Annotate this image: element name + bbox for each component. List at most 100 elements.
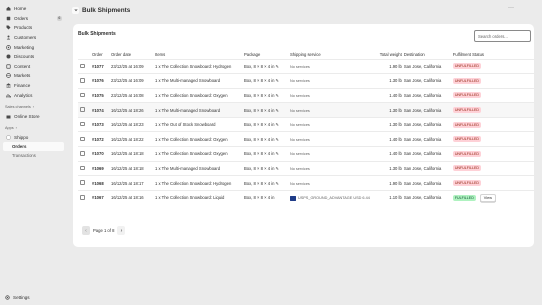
- sidebar-item-label: Content: [14, 63, 31, 69]
- order-date: 16/12/25 at 18:26: [111, 102, 155, 118]
- sidebar-item-shippo-orders[interactable]: Orders: [3, 142, 64, 152]
- row-checkbox[interactable]: [80, 92, 85, 98]
- sidebar-item-marketing[interactable]: Marketing: [0, 42, 67, 52]
- edit-pencil-icon[interactable]: ✎: [276, 137, 279, 142]
- shipping-service-text: No services: [290, 64, 310, 69]
- order-number[interactable]: #1068: [92, 175, 111, 191]
- header-order: Order: [92, 51, 103, 57]
- sidebar-item-analytics[interactable]: Analytics: [0, 90, 67, 100]
- status-cell: UNFULFILLED: [452, 131, 534, 147]
- more-actions-button[interactable]: ···: [508, 5, 514, 11]
- shipping-service-cell: No services: [290, 58, 370, 74]
- destination: San Jose, California: [403, 116, 453, 132]
- page-indicator: Page 1 of 8: [93, 228, 115, 233]
- order-items: 1 x The Collection Snowboard: Oxygen: [155, 87, 244, 103]
- order-items: 1 x The Multi-managed Snowboard: [155, 102, 244, 118]
- sidebar-item-label: Home: [14, 6, 27, 12]
- table-header-row: Order Order date Items Package Shipping …: [78, 50, 534, 59]
- row-checkbox[interactable]: [80, 107, 85, 112]
- sidebar: Home Orders 6 Products Customers Marketing Dis…: [0, 0, 67, 305]
- row-select-cell: [78, 160, 92, 176]
- order-number[interactable]: #1069: [92, 160, 111, 176]
- row-checkbox[interactable]: [80, 165, 85, 171]
- shipping-service-text: No services: [290, 123, 310, 128]
- status-badge: UNFULFILLED: [452, 63, 481, 70]
- sales-channels-label[interactable]: Sales channels ›: [0, 103, 67, 112]
- table-row[interactable]: #1074 16/12/25 at 18:26 1 x The Multi-mana…: [78, 102, 534, 118]
- sidebar-item-discounts[interactable]: Discounts: [0, 52, 67, 62]
- search-input[interactable]: [474, 30, 531, 42]
- sidebar-item-customers[interactable]: Customers: [0, 33, 67, 43]
- edit-pencil-icon[interactable]: ✎: [276, 181, 279, 186]
- sidebar-item-label: Analytics: [14, 92, 33, 98]
- sidebar-item-orders[interactable]: Orders 6: [0, 14, 67, 24]
- sidebar-item-shippo[interactable]: Shippo: [0, 133, 67, 143]
- status-badge: UNFULFILLED: [452, 165, 481, 172]
- total-weight: 1.40 lb: [369, 131, 404, 147]
- sidebar-item-home[interactable]: Home: [0, 4, 67, 14]
- previous-page-button[interactable]: ‹: [82, 226, 90, 235]
- shippo-app-icon: [5, 134, 11, 140]
- orders-count-badge: 6: [56, 15, 62, 21]
- order-date: 16/12/25 at 18:16: [111, 189, 155, 205]
- table-row[interactable]: #1077 23/12/25 at 16:09 1 x The Collection…: [78, 58, 534, 74]
- order-number[interactable]: #1075: [92, 87, 111, 103]
- order-number[interactable]: #1067: [92, 189, 111, 205]
- row-select-cell: [78, 87, 92, 103]
- table-row[interactable]: #1070 16/12/25 at 18:18 1 x The Collection…: [78, 146, 534, 162]
- chart-icon: [5, 92, 11, 98]
- table-row[interactable]: #1069 16/12/25 at 18:18 1 x The Multi-mana…: [78, 160, 534, 176]
- sidebar-item-transactions[interactable]: Transactions: [0, 151, 67, 159]
- row-checkbox[interactable]: [80, 180, 85, 185]
- edit-pencil-icon[interactable]: ✎: [276, 93, 279, 98]
- status-badge: FULFILLED: [452, 194, 476, 201]
- order-number[interactable]: #1073: [92, 116, 111, 132]
- row-checkbox[interactable]: [80, 121, 85, 127]
- edit-pencil-icon[interactable]: ✎: [276, 166, 279, 171]
- sidebar-item-markets[interactable]: Markets: [0, 71, 67, 81]
- destination: San Jose, California: [403, 58, 453, 74]
- order-date: 16/12/25 at 18:18: [111, 146, 155, 162]
- table-row[interactable]: #1072 16/12/25 at 18:22 1 x The Collection…: [78, 131, 534, 147]
- chevron-right-icon: ›: [15, 126, 17, 131]
- order-number[interactable]: #1077: [92, 58, 111, 74]
- package-text: Box, 8 × 8 × 4 in: [244, 122, 275, 128]
- row-checkbox[interactable]: [80, 195, 85, 200]
- apps-label[interactable]: Apps ›: [0, 124, 67, 133]
- chevron-right-icon: ›: [32, 105, 35, 110]
- edit-pencil-icon[interactable]: ✎: [276, 108, 279, 113]
- order-number[interactable]: #1076: [92, 73, 111, 89]
- sidebar-item-online-store[interactable]: Online Store: [0, 112, 67, 122]
- table-row[interactable]: #1067 16/12/25 at 18:16 1 x The Collection…: [78, 189, 534, 205]
- order-items: 1 x The Multi-managed Snowboard: [155, 73, 244, 89]
- table-row[interactable]: #1076 23/12/25 at 16:09 1 x The Multi-mana…: [78, 73, 534, 89]
- edit-pencil-icon[interactable]: ✎: [276, 151, 279, 156]
- order-number[interactable]: #1072: [92, 131, 111, 147]
- total-weight: 1.30 lb: [369, 102, 404, 118]
- view-button[interactable]: View: [479, 193, 496, 203]
- row-select-cell: [78, 102, 92, 118]
- edit-pencil-icon[interactable]: ✎: [276, 78, 279, 83]
- order-number[interactable]: #1070: [92, 146, 111, 162]
- shipping-service-text: No services: [290, 166, 310, 171]
- app-menu-button[interactable]: [72, 6, 79, 14]
- row-checkbox[interactable]: [80, 151, 85, 156]
- next-page-button[interactable]: ›: [117, 226, 126, 235]
- edit-pencil-icon[interactable]: ✎: [276, 64, 279, 69]
- sidebar-item-content[interactable]: Content: [0, 62, 67, 72]
- row-checkbox[interactable]: [80, 78, 85, 83]
- table-row[interactable]: #1073 16/12/25 at 18:23 1 x The Out of Sto…: [78, 116, 534, 132]
- shipping-service-cell: No services: [290, 175, 370, 191]
- table-row[interactable]: #1068 16/12/25 at 18:17 1 x The Collection…: [78, 175, 534, 191]
- sidebar-item-settings[interactable]: Settings: [5, 295, 30, 300]
- gear-icon: [5, 295, 10, 300]
- order-items: 1 x The Collection Snowboard: Oxygen: [155, 131, 244, 147]
- order-items: 1 x The Collection Snowboard: Oxygen: [155, 146, 244, 162]
- edit-pencil-icon[interactable]: ✎: [276, 122, 279, 127]
- sidebar-item-finance[interactable]: Finance: [0, 81, 67, 91]
- row-checkbox[interactable]: [80, 136, 85, 142]
- sidebar-item-products[interactable]: Products: [0, 23, 67, 33]
- order-number[interactable]: #1074: [92, 102, 111, 118]
- row-checkbox[interactable]: [80, 63, 85, 69]
- table-row[interactable]: #1075 23/12/25 at 16:08 1 x The Collection…: [78, 87, 534, 103]
